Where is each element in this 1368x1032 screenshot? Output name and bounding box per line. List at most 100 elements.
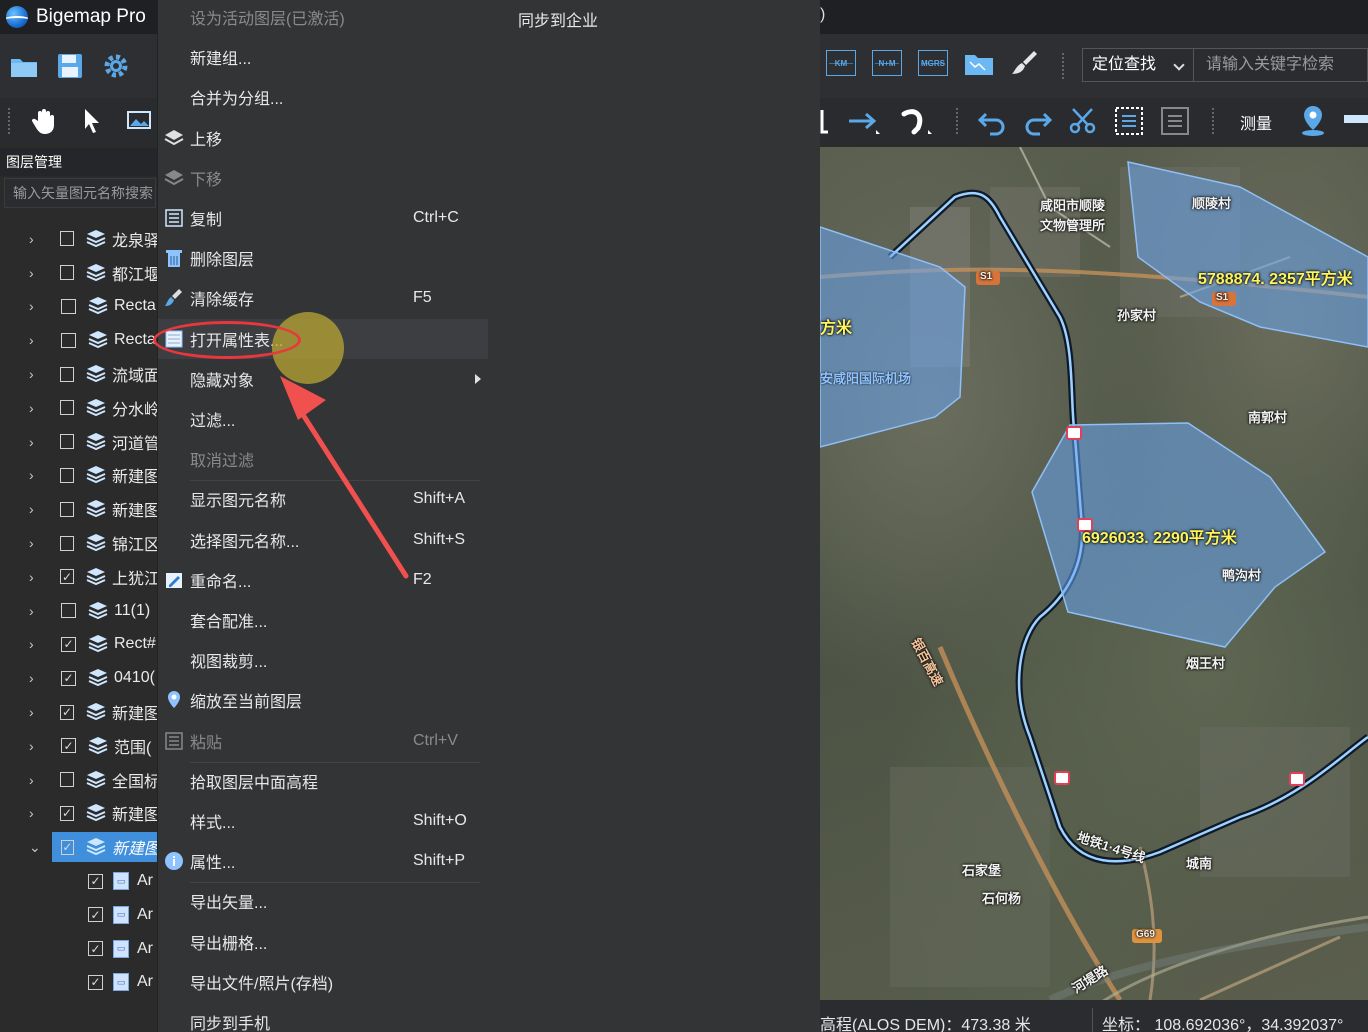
layer-row[interactable]: › 新建图 [0, 459, 160, 493]
layer-visibility-checkbox[interactable]: ✓ [61, 636, 76, 652]
chevron-right-icon[interactable]: › [29, 738, 41, 754]
menu-item[interactable]: 复制 Ctrl+C [158, 198, 488, 238]
toolbar-grip[interactable] [1212, 108, 1216, 134]
menu-item[interactable]: 缩放至当前图层 [158, 680, 488, 720]
deselect-icon[interactable] [1160, 106, 1190, 136]
nm-grid-tile-icon[interactable]: N+M [872, 50, 902, 76]
menu-item[interactable]: 设为活动图层(已激活) [158, 0, 488, 37]
toolbar-grip[interactable] [956, 108, 960, 134]
pan-hand-icon[interactable] [28, 105, 60, 137]
chevron-right-icon[interactable]: › [29, 670, 41, 686]
layer-row[interactable]: › ✓ 新建图 [0, 695, 160, 729]
layer-row[interactable]: › Recta [0, 323, 160, 357]
layer-visibility-checkbox[interactable] [60, 265, 74, 281]
layer-visibility-checkbox[interactable]: ✓ [60, 805, 74, 821]
measure-button[interactable]: 测量 [1240, 110, 1272, 134]
layer-visibility-checkbox[interactable]: ✓ [61, 738, 76, 754]
km-grid-tile-icon[interactable]: KM [826, 50, 856, 76]
chevron-right-icon[interactable]: › [29, 332, 41, 348]
chevron-right-icon[interactable]: › [29, 535, 40, 551]
chevron-down-icon[interactable]: ⌄ [29, 839, 41, 856]
location-marker-icon[interactable] [1298, 104, 1328, 136]
chevron-right-icon[interactable]: › [29, 366, 40, 382]
settings-gear-icon[interactable] [100, 50, 132, 82]
layer-row[interactable]: › 流域面 [0, 357, 160, 391]
mgrs-grid-tile-icon[interactable]: MGRS [918, 50, 948, 76]
layer-visibility-checkbox[interactable] [61, 298, 76, 314]
layer-row[interactable]: › 都江堰 [0, 256, 160, 290]
chevron-right-icon[interactable]: › [29, 772, 40, 788]
layer-row[interactable]: › 分水岭 [0, 391, 160, 425]
feature-row[interactable]: ✓ ▭ Ar [0, 932, 160, 966]
layer-visibility-checkbox[interactable]: ✓ [60, 704, 74, 720]
menu-item[interactable]: 新建组... [158, 37, 488, 77]
layer-row[interactable]: › 龙泉驿 [0, 222, 160, 256]
menu-item[interactable]: 导出栅格... [158, 922, 488, 962]
keyword-search-input[interactable]: 请输入关键字检索 [1194, 48, 1368, 82]
menu-item-sync-enterprise[interactable]: 同步到企业 [518, 7, 598, 31]
brush-icon[interactable] [1010, 48, 1040, 78]
toolbar-grip[interactable] [8, 108, 12, 134]
image-select-icon[interactable] [124, 105, 156, 137]
select-arrow-icon[interactable] [76, 105, 108, 137]
menu-item[interactable]: 样式... Shift+O [158, 801, 488, 841]
menu-item[interactable]: 下移 [158, 158, 488, 198]
feature-row[interactable]: ✓ ▭ Ar [0, 966, 160, 1000]
undo-icon[interactable] [976, 106, 1008, 136]
layer-row[interactable]: › ✓ 新建图 [0, 797, 160, 831]
locate-search-dropdown[interactable]: 定位查找 [1082, 48, 1194, 82]
feature-visibility-checkbox[interactable]: ✓ [88, 941, 103, 957]
chevron-right-icon[interactable]: › [29, 231, 40, 247]
chevron-right-icon[interactable]: › [29, 434, 40, 450]
draw-line-icon[interactable] [820, 106, 834, 136]
layer-visibility-checkbox[interactable]: ✓ [60, 569, 74, 585]
chevron-right-icon[interactable]: › [29, 467, 40, 483]
menu-item[interactable]: 删除图层 [158, 238, 488, 278]
menu-item[interactable]: 导出文件/照片(存档) [158, 962, 488, 1002]
layer-row[interactable]: › 全国标 [0, 763, 160, 797]
curve-tool-icon[interactable] [900, 106, 936, 136]
feature-visibility-checkbox[interactable]: ✓ [88, 974, 103, 990]
layer-visibility-checkbox[interactable] [60, 231, 74, 247]
ruler-icon[interactable] [1344, 112, 1368, 126]
layer-visibility-checkbox[interactable]: ✓ [60, 839, 74, 855]
redo-icon[interactable] [1022, 106, 1054, 136]
folder-map-icon[interactable] [964, 50, 994, 76]
layer-visibility-checkbox[interactable] [60, 434, 74, 450]
layer-row[interactable]: › 11(1) [0, 594, 160, 628]
chevron-right-icon[interactable]: › [29, 805, 40, 821]
layer-visibility-checkbox[interactable] [61, 603, 76, 619]
layer-visibility-checkbox[interactable] [60, 467, 74, 483]
chevron-right-icon[interactable]: › [29, 603, 41, 619]
chevron-right-icon[interactable]: › [29, 400, 40, 416]
feature-visibility-checkbox[interactable]: ✓ [88, 907, 103, 923]
open-folder-icon[interactable] [8, 50, 40, 82]
toolbar-grip[interactable] [1062, 53, 1066, 79]
layer-row[interactable]: › ✓ 0410( [0, 661, 160, 695]
layer-row[interactable]: › ✓ Rect# [0, 628, 160, 662]
arrow-right-icon[interactable] [846, 106, 882, 136]
layer-visibility-checkbox[interactable] [60, 772, 74, 788]
feature-visibility-checkbox[interactable]: ✓ [88, 873, 103, 889]
feature-row[interactable]: ✓ ▭ Ar [0, 864, 160, 898]
layer-row[interactable]: › ✓ 上犹江 [0, 560, 160, 594]
save-icon[interactable] [54, 50, 86, 82]
menu-item[interactable]: 属性... Shift+P [158, 841, 488, 881]
menu-item[interactable]: 同步到手机 [158, 1002, 488, 1032]
menu-item[interactable]: 上移 [158, 118, 488, 158]
layer-row[interactable]: › ✓ 范围( [0, 729, 160, 763]
menu-item[interactable]: 导出矢量... [158, 881, 488, 921]
layer-visibility-checkbox[interactable] [61, 332, 76, 348]
layer-search-input[interactable]: 输入矢量图元名称搜索 [4, 178, 156, 208]
chevron-right-icon[interactable]: › [29, 298, 41, 314]
menu-item[interactable]: 视图裁剪... [158, 640, 488, 680]
menu-item[interactable]: 套合配准... [158, 600, 488, 640]
layer-row[interactable]: › 锦江区 [0, 526, 160, 560]
select-all-icon[interactable] [1114, 106, 1144, 136]
layer-row[interactable]: › 新建图 [0, 492, 160, 526]
feature-row[interactable]: ✓ ▭ Ar [0, 898, 160, 932]
chevron-right-icon[interactable]: › [29, 501, 40, 517]
layer-row[interactable]: › Recta [0, 290, 160, 324]
chevron-right-icon[interactable]: › [29, 569, 40, 585]
chevron-right-icon[interactable]: › [29, 265, 40, 281]
